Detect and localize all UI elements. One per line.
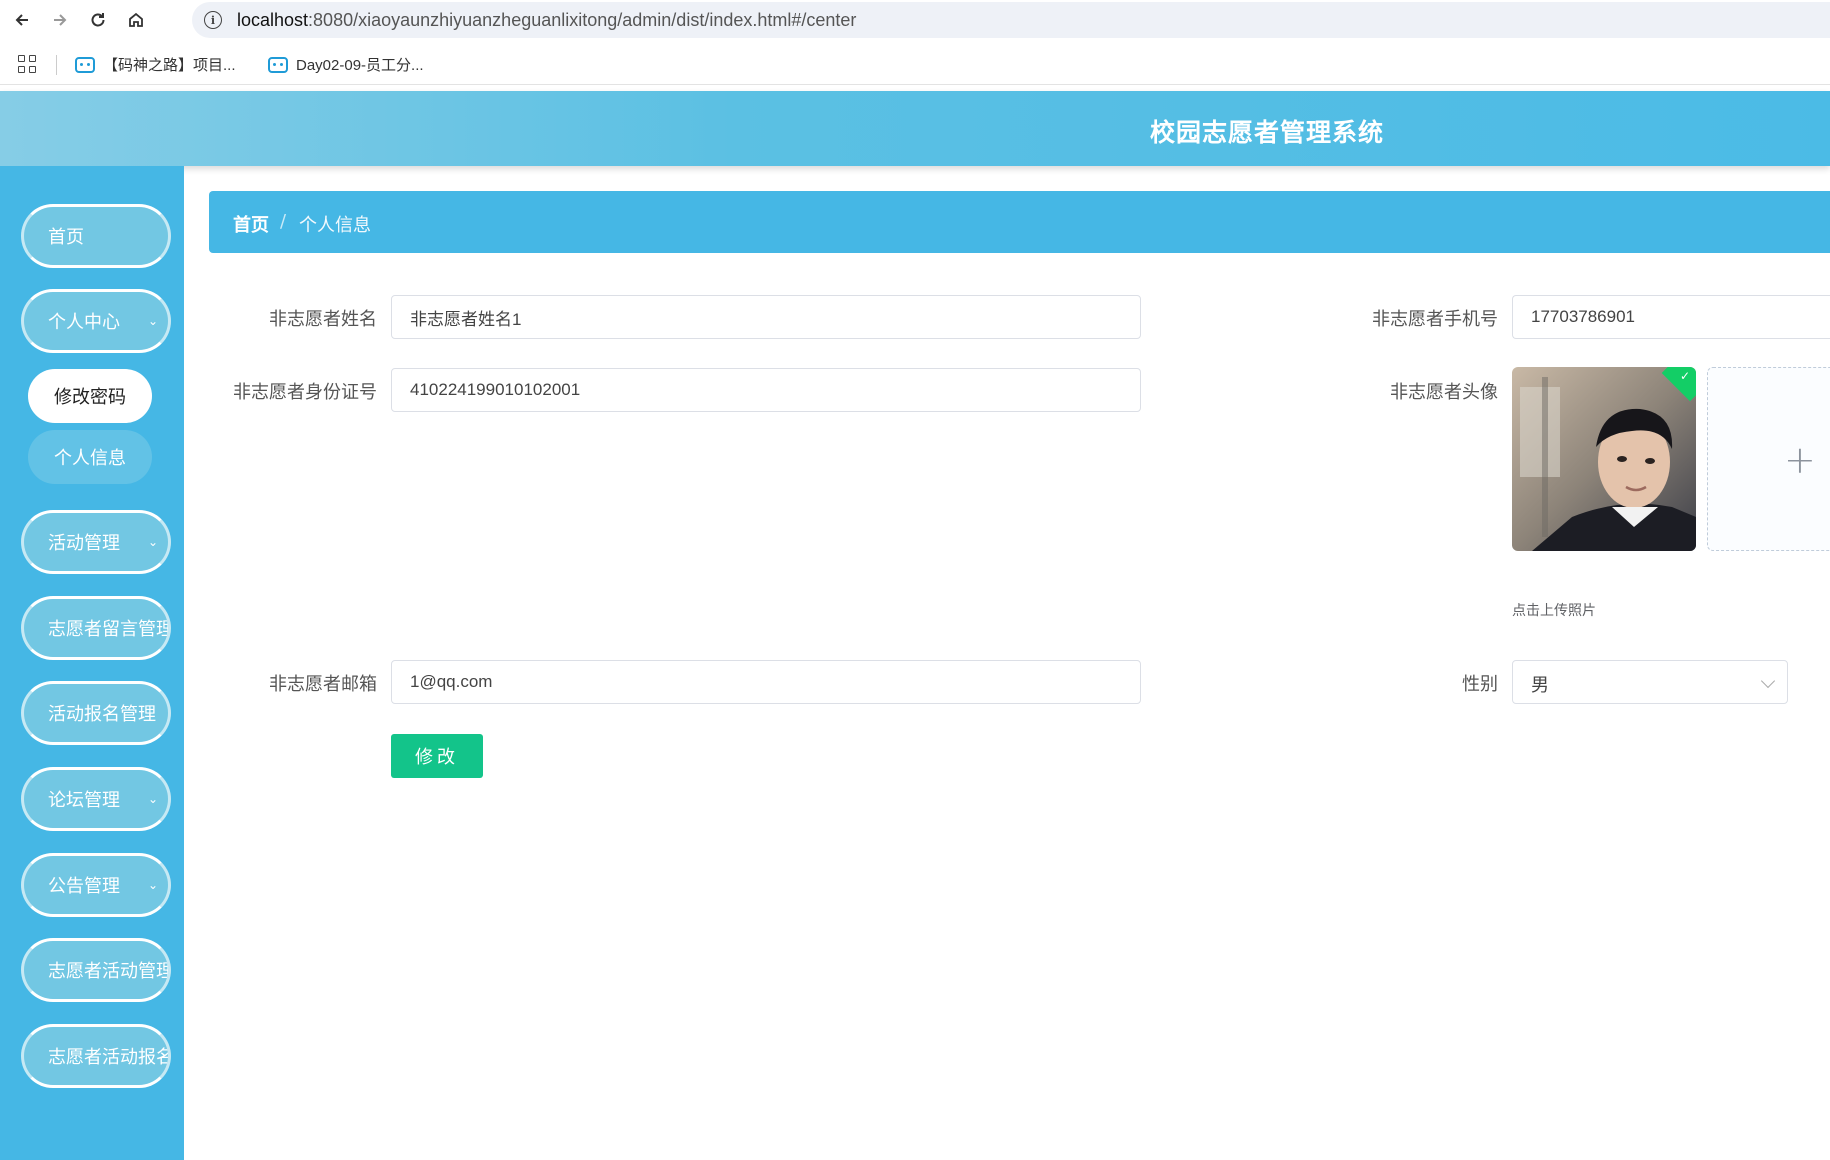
breadcrumb-home[interactable]: 首页	[233, 211, 269, 237]
breadcrumb-separator: /	[280, 211, 287, 232]
sidebar: 首页 个人中心 ⌄ 修改密码 个人信息 活动管理 ⌄ 志愿者留言管理 活动报名管…	[0, 166, 184, 1160]
idcard-input[interactable]	[391, 368, 1141, 412]
sidebar-item-notice-management[interactable]: 公告管理 ⌄	[21, 853, 171, 917]
sidebar-item-label: 志愿者活动管理	[48, 961, 171, 982]
sidebar-item-label: 志愿者留言管理	[48, 619, 171, 640]
home-icon[interactable]	[122, 6, 150, 34]
submenu-item-label: 修改密码	[54, 387, 126, 408]
sidebar-item-label: 活动报名管理	[48, 704, 156, 725]
sidebar-item-personal-center[interactable]: 个人中心 ⌄	[21, 289, 171, 353]
apps-grid-icon[interactable]	[18, 55, 38, 75]
sidebar-item-label: 志愿者活动报名管理	[48, 1047, 168, 1068]
sidebar-item-volunteer-activity-signup[interactable]: 志愿者活动报名管理	[21, 1024, 171, 1088]
gender-label: 性别	[1462, 674, 1498, 695]
sidebar-item-home[interactable]: 首页	[21, 204, 171, 268]
check-icon: ✓	[1679, 369, 1690, 383]
sidebar-item-volunteer-messages[interactable]: 志愿者留言管理	[21, 596, 171, 660]
phone-label: 非志愿者手机号	[1372, 309, 1498, 330]
url-text: localhost:8080/xiaoyaunzhiyuanzheguanlix…	[237, 10, 857, 30]
bookmark-label: Day02-09-员工分...	[296, 57, 424, 74]
chevron-down-icon: ⌄	[147, 535, 158, 549]
plus-icon: +	[1784, 438, 1816, 482]
back-icon[interactable]	[8, 6, 36, 34]
gender-selected-value: 男	[1531, 675, 1549, 696]
sidebar-item-label: 首页	[48, 227, 84, 248]
name-label: 非志愿者姓名	[269, 309, 377, 330]
chevron-down-icon: ⌄	[147, 314, 158, 328]
chevron-down-icon	[1760, 673, 1776, 689]
upload-button[interactable]: +	[1707, 367, 1830, 551]
chevron-down-icon: ⌄	[147, 792, 158, 806]
app-header: 校园志愿者管理系统	[0, 91, 1830, 166]
bookmark-item[interactable]: Day02-09-员工分...	[268, 54, 424, 75]
bookmark-item[interactable]: 【码神之路】项目...	[75, 54, 236, 75]
address-bar[interactable]: i localhost:8080/xiaoyaunzhiyuanzheguanl…	[192, 2, 1830, 38]
sidebar-item-activity-management[interactable]: 活动管理 ⌄	[21, 510, 171, 574]
breadcrumb: 首页 / 个人信息	[209, 191, 1830, 253]
browser-toolbar: i localhost:8080/xiaoyaunzhiyuanzheguanl…	[0, 0, 1830, 40]
bookmark-separator	[56, 55, 57, 75]
upload-hint: 点击上传照片	[1512, 603, 1596, 619]
email-input[interactable]	[391, 660, 1141, 704]
bilibili-icon	[268, 56, 288, 73]
sidebar-item-forum-management[interactable]: 论坛管理 ⌄	[21, 767, 171, 831]
app-title: 校园志愿者管理系统	[1150, 118, 1385, 147]
forward-icon[interactable]	[46, 6, 74, 34]
reload-icon[interactable]	[84, 6, 112, 34]
sidebar-item-label: 个人中心	[48, 312, 120, 333]
sidebar-item-volunteer-activity[interactable]: 志愿者活动管理	[21, 938, 171, 1002]
avatar-label: 非志愿者头像	[1390, 382, 1498, 403]
submenu-item-change-password[interactable]: 修改密码	[28, 369, 152, 423]
bookmarks-bar: 【码神之路】项目... Day02-09-员工分...	[0, 45, 1830, 85]
gender-select[interactable]: 男	[1512, 660, 1788, 704]
chevron-down-icon: ⌄	[147, 878, 158, 892]
breadcrumb-current: 个人信息	[299, 215, 371, 236]
submenu-item-personal-info[interactable]: 个人信息	[28, 430, 152, 484]
bilibili-icon	[75, 56, 95, 73]
sidebar-item-label: 活动管理	[48, 533, 120, 554]
name-input[interactable]	[391, 295, 1141, 339]
sidebar-item-label: 论坛管理	[48, 790, 120, 811]
submenu-item-label: 个人信息	[54, 448, 126, 469]
bookmark-label: 【码神之路】项目...	[103, 57, 236, 74]
email-label: 非志愿者邮箱	[269, 674, 377, 695]
sidebar-item-label: 公告管理	[48, 876, 120, 897]
idcard-label: 非志愿者身份证号	[233, 382, 377, 403]
phone-input[interactable]	[1512, 295, 1830, 339]
site-info-icon[interactable]: i	[204, 11, 222, 29]
sidebar-item-activity-signup[interactable]: 活动报名管理	[21, 681, 171, 745]
submit-button[interactable]: 修改	[391, 734, 483, 778]
avatar-image[interactable]: ✓	[1512, 367, 1696, 551]
